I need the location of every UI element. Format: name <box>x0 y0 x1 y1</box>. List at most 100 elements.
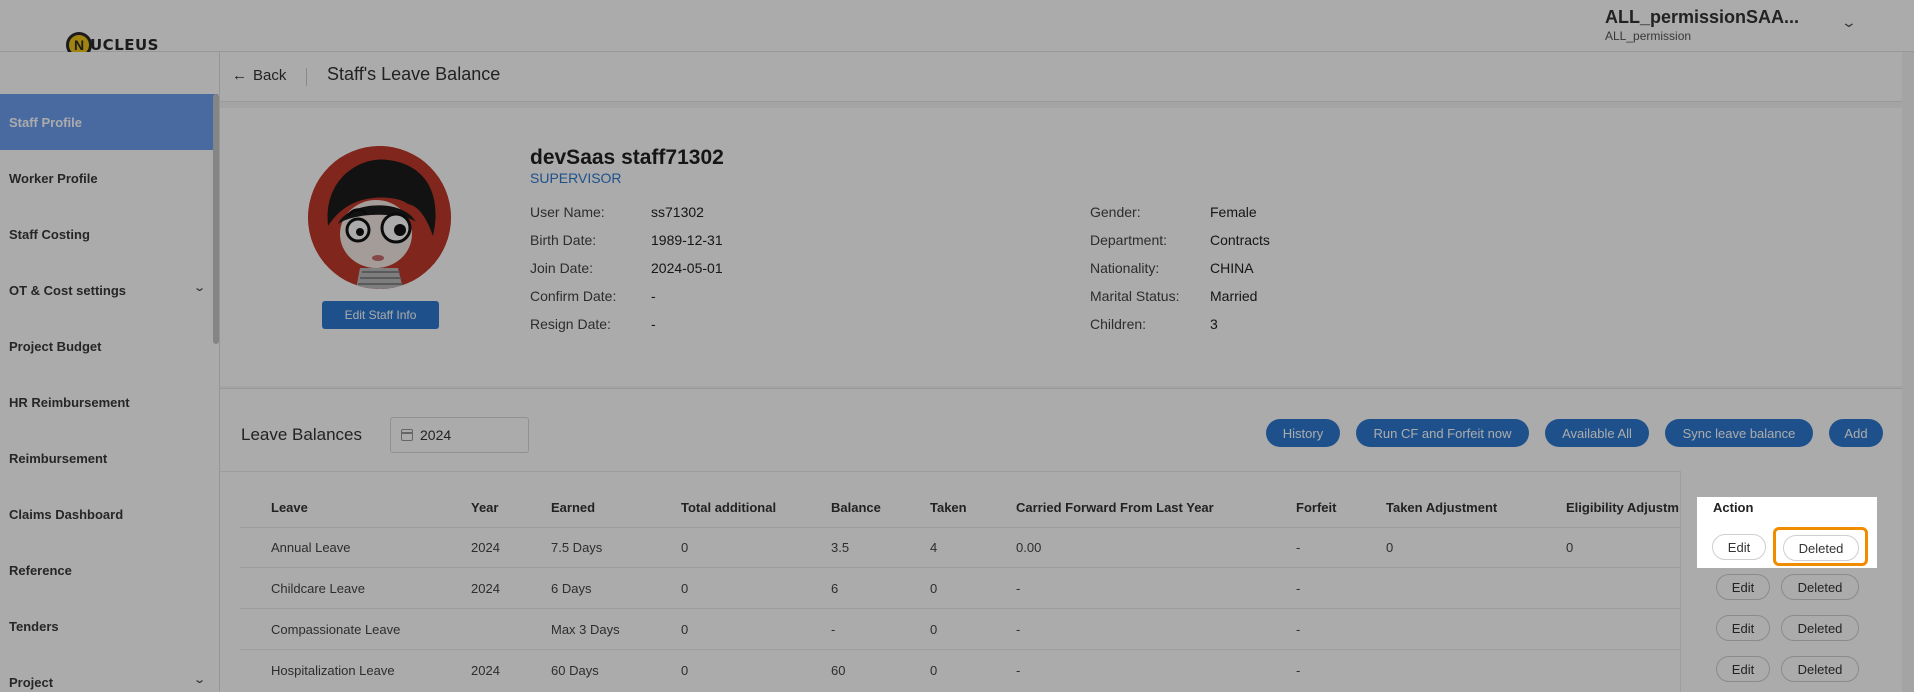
gender-value: Female <box>1210 204 1257 220</box>
sidebar-item-label: Staff Costing <box>9 226 90 242</box>
table-cell: - <box>1296 540 1301 555</box>
table-cell: Childcare Leave <box>271 581 365 596</box>
table-cell: 0 <box>1566 540 1574 555</box>
column-header-year: Year <box>471 500 499 515</box>
sync-leave-balance-button[interactable]: Sync leave balance <box>1665 419 1813 447</box>
table-cell: - <box>1016 581 1021 596</box>
chevron-down-icon[interactable]: ⌄ <box>1841 14 1857 31</box>
year-picker[interactable]: 2024 <box>390 417 529 453</box>
table-cell: 7.5 Days <box>551 540 603 555</box>
edit-button[interactable]: Edit <box>1716 656 1770 682</box>
table-cell: 6 Days <box>551 581 592 596</box>
table-cell: 2024 <box>471 540 500 555</box>
year-value: 2024 <box>420 427 452 443</box>
divider <box>240 567 1902 568</box>
table-cell: 0 <box>681 663 689 678</box>
table-cell: 0 <box>681 622 689 637</box>
sidebar-item-claims-dashboard[interactable]: Claims Dashboard <box>0 486 218 542</box>
sidebar-item-label: OT & Cost settings <box>9 282 127 298</box>
table-cell: 3.5 <box>831 540 850 555</box>
highlight-ring: Deleted <box>1773 527 1868 566</box>
sidebar-item-label: Worker Profile <box>9 170 98 186</box>
sidebar-item-reference[interactable]: Reference <box>0 542 218 598</box>
table-cell: 0 <box>930 663 938 678</box>
run-cf-forfeit-button[interactable]: Run CF and Forfeit now <box>1356 419 1529 447</box>
user-role: ALL_permission <box>1605 29 1692 43</box>
gender-label: Gender: <box>1090 204 1141 220</box>
table-cell: 0 <box>681 540 689 555</box>
table-cell: Compassionate Leave <box>271 622 401 637</box>
staff-role: SUPERVISOR <box>530 170 622 186</box>
sidebar-item-label: Claims Dashboard <box>9 506 124 522</box>
sidebar-item-staff-profile[interactable]: Staff Profile <box>0 94 218 150</box>
deleted-button[interactable]: Deleted <box>1781 656 1859 682</box>
deleted-button[interactable]: Deleted <box>1781 615 1859 641</box>
user-menu[interactable]: ALL_permissionSAA... ALL_permission <box>1605 7 1799 43</box>
sidebar-item-reimbursement[interactable]: Reimbursement <box>0 430 218 486</box>
sidebar-scrollbar[interactable] <box>213 94 219 344</box>
history-button[interactable]: History <box>1266 419 1340 447</box>
sidebar-item-ot-cost-settings[interactable]: OT & Cost settings ⌄ <box>0 262 218 318</box>
sidebar-item-project[interactable]: Project ⌄ <box>0 654 218 692</box>
main-content: ← Back Staff's Leave Balance Edit Staff … <box>220 52 1914 692</box>
arrow-left-icon: ← <box>232 67 247 84</box>
table-cell: Annual Leave <box>271 540 351 555</box>
divider <box>240 649 1902 650</box>
chevron-down-icon: ⌄ <box>192 674 206 686</box>
table-cell: - <box>831 622 836 637</box>
edit-button[interactable]: Edit <box>1716 574 1770 600</box>
nationality-value: CHINA <box>1210 260 1254 276</box>
birth-date-value: 1989-12-31 <box>651 232 723 248</box>
join-date-value: 2024-05-01 <box>651 260 723 276</box>
sidebar-item-label: Project Budget <box>9 338 102 354</box>
column-header-eligibility-adjustment: Eligibility Adjustm <box>1566 500 1679 515</box>
back-label: Back <box>253 67 287 84</box>
table-cell: 0 <box>1386 540 1394 555</box>
nationality-label: Nationality: <box>1090 260 1160 276</box>
edit-staff-info-button[interactable]: Edit Staff Info <box>322 301 439 329</box>
page-header: ← Back Staff's Leave Balance <box>220 52 1902 102</box>
deleted-button[interactable]: Deleted <box>1781 574 1859 600</box>
table-cell: 4 <box>930 540 938 555</box>
table-cell: 60 Days <box>551 663 599 678</box>
column-header-earned: Earned <box>551 500 596 515</box>
sidebar-item-label: Staff Profile <box>9 114 82 130</box>
sidebar-item-hr-reimbursement[interactable]: HR Reimbursement <box>0 374 218 430</box>
sidebar-item-staff-costing[interactable]: Staff Costing <box>0 206 218 262</box>
edit-button[interactable]: Edit <box>1712 534 1766 560</box>
sidebar-item-label: Reference <box>9 562 72 578</box>
sidebar-item-tenders[interactable]: Tenders <box>0 598 218 654</box>
department-value: Contracts <box>1210 232 1270 248</box>
available-all-button[interactable]: Available All <box>1545 419 1649 447</box>
deleted-button[interactable]: Deleted <box>1783 535 1859 561</box>
table-cell: - <box>1296 663 1301 678</box>
top-bar: N UCLEUS ALL_permissionSAA... ALL_permis… <box>0 0 1914 58</box>
add-button[interactable]: Add <box>1829 419 1883 447</box>
table-cell: - <box>1296 581 1301 596</box>
table-cell: 0 <box>930 581 938 596</box>
marital-status-value: Married <box>1210 288 1258 304</box>
staff-name: devSaas staff71302 <box>530 146 724 169</box>
column-header-action: Action <box>1713 500 1754 515</box>
birth-date-label: Birth Date: <box>530 232 597 248</box>
user-name: ALL_permissionSAA... <box>1605 7 1800 27</box>
sidebar-item-label: HR Reimbursement <box>9 394 130 410</box>
sidebar-item-worker-profile[interactable]: Worker Profile <box>0 150 218 206</box>
column-header-total-additional: Total additional <box>681 500 777 515</box>
page-title: Staff's Leave Balance <box>327 64 501 84</box>
back-button[interactable]: ← Back <box>232 67 286 84</box>
edit-button[interactable]: Edit <box>1716 615 1770 641</box>
avatar-illustration <box>308 146 451 289</box>
table-cell: 60 <box>831 663 846 678</box>
column-header-carried-forward: Carried Forward From Last Year <box>1016 500 1214 515</box>
table-cell: 0 <box>930 622 938 637</box>
column-header-forfeit: Forfeit <box>1296 500 1337 515</box>
sidebar-item-label: Tenders <box>9 618 59 634</box>
department-label: Department: <box>1090 232 1168 248</box>
children-value: 3 <box>1210 316 1218 332</box>
sidebar-item-project-budget[interactable]: Project Budget <box>0 318 218 374</box>
divider <box>240 608 1902 609</box>
confirm-date-label: Confirm Date: <box>530 288 617 304</box>
leave-balances-card: Leave Balances 2024 History Run CF and F… <box>220 388 1902 692</box>
sidebar-item-label: Reimbursement <box>9 450 108 466</box>
